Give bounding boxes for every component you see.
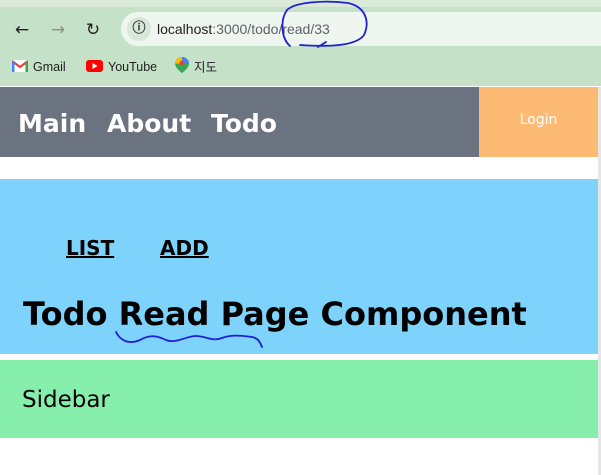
todo-content-panel: LIST ADD Todo Read Page Component (0, 179, 598, 354)
browser-toolbar: ← → ↻ ⓘ localhost:3000/todo/read/33 (0, 0, 601, 49)
forward-icon[interactable]: → (47, 19, 69, 41)
bookmark-label: 지도 (194, 60, 218, 75)
bookmark-youtube[interactable]: YouTube (86, 57, 157, 77)
nav-about-link[interactable]: About (107, 109, 191, 138)
bookmark-label: Gmail (33, 60, 66, 74)
sidebar: Sidebar (0, 360, 598, 438)
gmail-icon (11, 58, 29, 78)
bookmark-maps[interactable]: 지도 (175, 57, 217, 77)
page-title: Todo Read Page Component (23, 295, 527, 333)
list-link[interactable]: LIST (66, 236, 114, 260)
address-bar[interactable]: ⓘ localhost:3000/todo/read/33 (121, 12, 601, 46)
nav-todo-link[interactable]: Todo (211, 109, 277, 138)
bookmarks-bar: Gmail YouTube 지도 (0, 49, 601, 86)
nav-main-link[interactable]: Main (18, 109, 86, 138)
back-icon[interactable]: ← (11, 19, 33, 41)
maps-icon (175, 57, 189, 79)
reload-icon[interactable]: ↻ (82, 19, 104, 41)
url-text[interactable]: localhost:3000/todo/read/33 (157, 21, 330, 37)
bookmark-label: YouTube (108, 60, 158, 74)
url-path: :3000/todo/read/33 (212, 21, 330, 37)
site-info-icon[interactable]: ⓘ (127, 17, 151, 41)
bookmark-gmail[interactable]: Gmail (11, 57, 66, 78)
app-header: Main About Todo Login (0, 87, 598, 157)
url-host: localhost (157, 21, 213, 37)
login-button[interactable]: Login (479, 87, 598, 157)
add-link[interactable]: ADD (160, 236, 209, 260)
sidebar-label: Sidebar (22, 387, 110, 413)
youtube-icon (86, 58, 103, 78)
